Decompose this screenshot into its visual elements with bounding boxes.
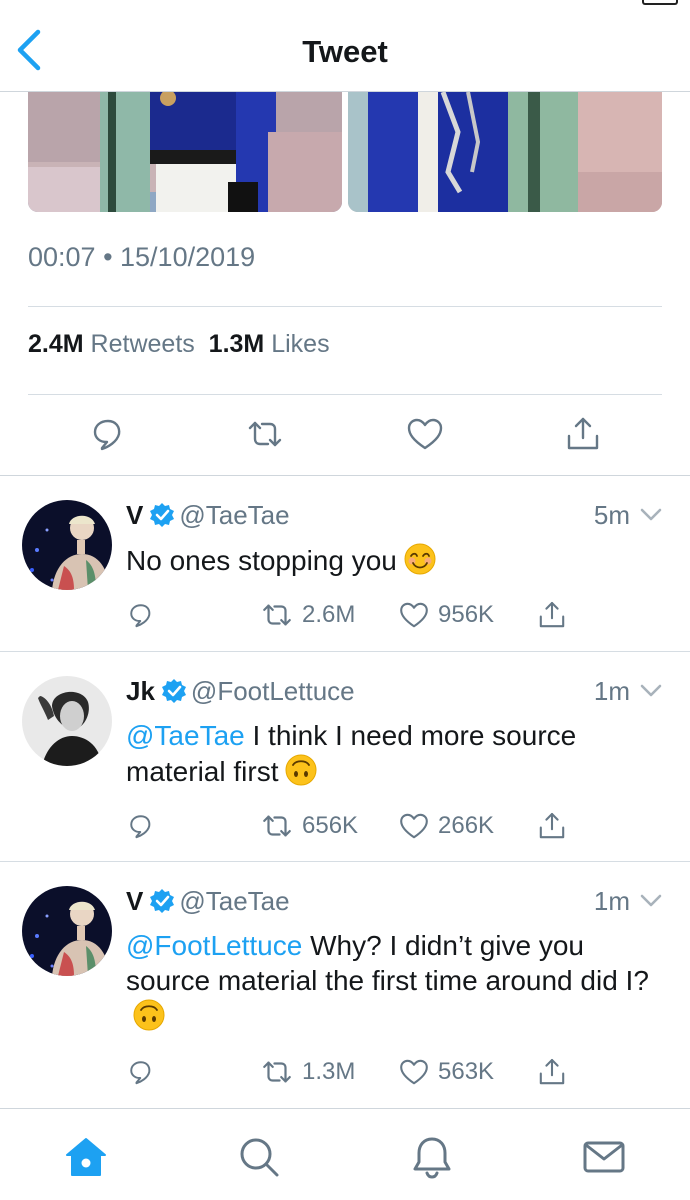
status-bar-clip [2,0,162,4]
share-button[interactable] [536,597,568,633]
like-count: 956K [438,601,495,628]
reply-icon [130,604,151,628]
retweet-count: 1.3M [302,1058,356,1085]
share-icon[interactable] [563,414,603,454]
retweet-icon [263,604,291,626]
retweet-icon [263,815,291,837]
user-handle[interactable]: @FootLettuce [191,676,355,706]
display-name[interactable]: V [126,886,143,916]
reply-header: Jk @FootLettuce [126,676,355,707]
likes-stat[interactable]: 1.3M Likes [209,330,330,358]
avatar[interactable] [22,886,112,976]
mention-link[interactable]: @FootLettuce [126,930,302,961]
verified-badge-icon [150,889,175,913]
reply-tweet[interactable]: Jk @FootLettuce 1m @TaeTae I think I need… [0,676,690,862]
share-icon [539,601,565,628]
reply-button[interactable] [126,597,156,633]
reply-icon[interactable] [88,414,128,454]
bottom-tab-bar [0,1108,690,1200]
share-button[interactable] [536,1054,568,1090]
reply-button[interactable] [126,1054,156,1090]
page-title: Tweet [302,34,388,69]
battery-icon [642,0,678,5]
smiling-face-emoji [404,543,436,575]
retweet-count: 656K [302,812,359,839]
navigation-bar: Tweet [0,10,690,92]
retweets-count: 2.4M [28,330,84,358]
chevron-down-icon[interactable] [640,508,662,522]
divider [28,394,662,395]
upside-down-face-emoji [285,754,317,786]
user-handle[interactable]: @TaeTae [179,886,289,916]
like-count: 266K [438,812,495,839]
reply-text: @FootLettuce Why? I didn’t give you sour… [126,928,666,1034]
display-name[interactable]: Jk [126,676,155,706]
avatar[interactable] [22,676,112,766]
status-bar [0,0,690,10]
verified-badge-icon [161,679,186,703]
retweet-button[interactable]: 2.6M [260,597,355,633]
reply-tweet[interactable]: V @TaeTae 5m No ones stopping you 2.6M 95… [0,500,690,652]
mention-link[interactable]: @TaeTae [126,720,245,751]
reply-icon [130,1061,151,1085]
tweet-stats: 2.4M Retweets 1.3M Likes [28,330,330,359]
tweet-timestamp: 00:07 • 15/10/2019 [28,242,256,272]
retweet-icon [263,1061,291,1083]
verified-badge-icon [150,503,175,527]
heart-icon[interactable] [405,414,445,454]
tweet-action-bar [0,396,690,476]
retweets-stat[interactable]: 2.4M Retweets [28,330,195,358]
reply-time: 5m [593,500,630,530]
reply-text: No ones stopping you [126,542,666,578]
like-button[interactable]: 266K [398,808,494,844]
reply-actions: 656K 266K [126,808,666,844]
chevron-down-icon[interactable] [640,684,662,698]
notifications-icon[interactable] [410,1135,454,1179]
user-handle[interactable]: @TaeTae [179,500,289,530]
tweet-photo-right[interactable] [348,92,662,212]
reply-text: @TaeTae I think I need more source mater… [126,718,666,789]
reply-body: No ones stopping you [126,545,397,576]
divider [28,306,662,307]
tweet-photo-left[interactable] [28,92,342,212]
home-icon[interactable] [64,1135,108,1179]
avatar[interactable] [22,500,112,590]
share-icon [539,812,565,839]
like-count: 563K [438,1058,495,1085]
heart-icon [400,813,428,839]
retweet-icon[interactable] [245,414,285,454]
reply-button[interactable] [126,808,156,844]
reply-time: 1m [593,886,630,916]
share-icon [539,1058,565,1085]
likes-count: 1.3M [208,330,265,358]
search-icon[interactable] [237,1135,281,1179]
messages-icon[interactable] [582,1135,626,1179]
share-button[interactable] [536,808,568,844]
reply-header: V @TaeTae [126,886,290,917]
reply-header: V @TaeTae [126,500,290,531]
heart-icon [400,602,428,628]
retweets-label: Retweets [90,330,195,358]
reply-time: 1m [593,676,630,706]
reply-icon [130,815,151,839]
tweet-media[interactable] [28,92,662,212]
reply-tweet[interactable]: V @TaeTae 1m @FootLettuce Why? I didn’t g… [0,886,690,1108]
reply-actions: 2.6M 956K [126,597,666,633]
retweet-button[interactable]: 1.3M [260,1054,355,1090]
display-name[interactable]: V [126,500,143,530]
heart-icon [400,1059,428,1085]
like-button[interactable]: 956K [398,597,494,633]
like-button[interactable]: 563K [398,1054,494,1090]
retweet-count: 2.6M [302,601,356,628]
upside-down-face-emoji [133,999,165,1031]
reply-actions: 1.3M 563K [126,1054,666,1090]
retweet-button[interactable]: 656K [260,808,358,844]
chevron-down-icon[interactable] [640,894,662,908]
likes-label: Likes [271,330,330,358]
